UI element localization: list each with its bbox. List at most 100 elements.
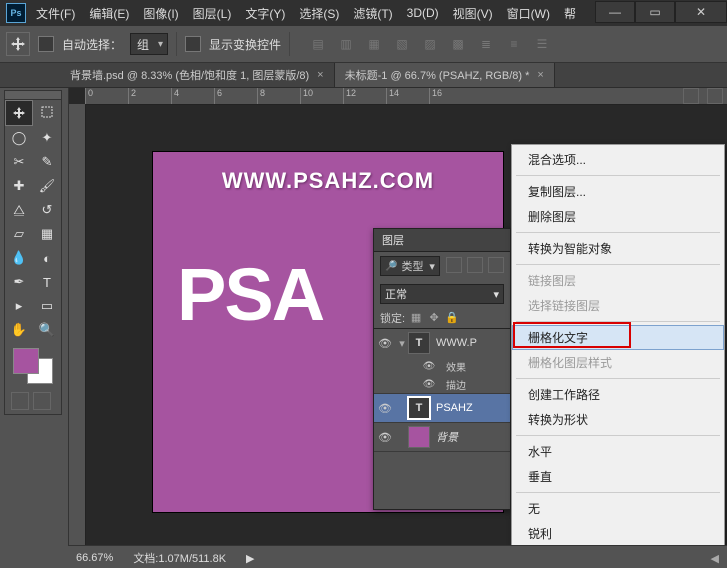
doc-tab-2[interactable]: 未标题-1 @ 66.7% (PSAHZ, RGB/8) * ×: [335, 63, 555, 87]
menu-layer[interactable]: 图层(L): [193, 5, 232, 22]
eyedropper-tool[interactable]: ✎: [33, 150, 61, 174]
align-icon[interactable]: ▩: [446, 32, 470, 56]
menu-select[interactable]: 选择(S): [299, 5, 339, 22]
shape-tool[interactable]: ▭: [33, 294, 61, 318]
blur-tool[interactable]: 💧: [5, 246, 33, 270]
gradient-tool[interactable]: ▦: [33, 222, 61, 246]
toolbox-grip[interactable]: [5, 91, 61, 100]
ruler-vertical[interactable]: [69, 104, 86, 546]
lock-pixels-icon[interactable]: ▦: [409, 310, 423, 324]
history-brush-tool[interactable]: ↺: [33, 198, 61, 222]
path-select-tool[interactable]: ▸: [5, 294, 33, 318]
canvas-text-url: WWW.PSAHZ.COM: [153, 168, 503, 194]
menu-convert-smart[interactable]: 转换为智能对象: [512, 236, 724, 261]
close-button[interactable]: ✕: [675, 1, 727, 23]
align-icon[interactable]: ▨: [418, 32, 442, 56]
foreground-color[interactable]: [13, 348, 39, 374]
healing-tool[interactable]: ✚: [5, 174, 33, 198]
visibility-icon[interactable]: 👁: [374, 337, 396, 350]
layer-filter-kind[interactable]: 类型: [380, 256, 440, 276]
menu-type[interactable]: 文字(Y): [245, 5, 285, 22]
align-icon[interactable]: ▤: [306, 32, 330, 56]
quick-mask-toggle[interactable]: [11, 392, 29, 410]
stamp-tool[interactable]: ⧋: [5, 198, 33, 222]
menu-blending-options[interactable]: 混合选项...: [512, 147, 724, 172]
menu-create-workpath[interactable]: 创建工作路径: [512, 382, 724, 407]
scroll-arrow-icon[interactable]: ◀: [711, 552, 719, 565]
marquee-tool[interactable]: [33, 100, 61, 124]
chevron-right-icon[interactable]: ▶: [246, 552, 254, 565]
blend-mode-select[interactable]: 正常: [380, 284, 504, 304]
eraser-tool[interactable]: ▱: [5, 222, 33, 246]
menu-copy-layer[interactable]: 复制图层...: [512, 179, 724, 204]
menu-delete-layer[interactable]: 删除图层: [512, 204, 724, 229]
visibility-icon[interactable]: 👁: [418, 361, 440, 372]
align-icon[interactable]: ▦: [362, 32, 386, 56]
layers-panel-tab[interactable]: 图层: [374, 229, 510, 252]
distribute-icon[interactable]: ≣: [474, 32, 498, 56]
auto-select-checkbox[interactable]: [38, 36, 54, 52]
layer-list: 👁 ▾ T WWW.P 👁效果 👁描边 👁 T P: [374, 328, 510, 452]
panel-toggle-icon[interactable]: [683, 88, 699, 104]
filter-icon[interactable]: [488, 257, 504, 273]
wand-tool[interactable]: ✦: [33, 126, 61, 150]
ruler-horizontal[interactable]: 02 46 810 1214 16: [85, 88, 727, 105]
menu-image[interactable]: 图像(I): [143, 5, 178, 22]
doc-size[interactable]: 文档:1.07M/511.8K: [133, 550, 226, 566]
zoom-level[interactable]: 66.67%: [76, 552, 113, 564]
move-tool-indicator[interactable]: [6, 32, 30, 56]
type-tool[interactable]: T: [33, 270, 61, 294]
move-tool[interactable]: [5, 100, 33, 126]
chevron-down-icon[interactable]: ▾: [396, 337, 408, 350]
crop-tool[interactable]: ✂: [5, 150, 33, 174]
lasso-tool[interactable]: ◯: [5, 126, 33, 150]
status-bar: 66.67% 文档:1.07M/511.8K ▶ ◀: [68, 545, 727, 568]
visibility-icon[interactable]: 👁: [374, 402, 396, 415]
visibility-icon[interactable]: 👁: [374, 431, 396, 444]
show-transform-checkbox[interactable]: [185, 36, 201, 52]
layer-item[interactable]: 👁 背景: [374, 423, 510, 452]
menu-vertical[interactable]: 垂直: [512, 464, 724, 489]
bg-layer-thumb: [408, 426, 430, 448]
brush-tool[interactable]: 🖌: [33, 174, 61, 198]
menu-window[interactable]: 窗口(W): [507, 5, 550, 22]
visibility-icon[interactable]: 👁: [418, 379, 440, 390]
menu-aa-sharp[interactable]: 锐利: [512, 521, 724, 546]
zoom-tool[interactable]: 🔍: [33, 318, 61, 342]
close-icon[interactable]: ×: [317, 69, 323, 81]
menu-view[interactable]: 视图(V): [453, 5, 493, 22]
menu-edit[interactable]: 编辑(E): [89, 5, 129, 22]
filter-icon[interactable]: [467, 257, 483, 273]
menu-filter[interactable]: 滤镜(T): [353, 5, 392, 22]
menu-rasterize-text[interactable]: 栅格化文字: [512, 325, 724, 350]
pen-tool[interactable]: ✒: [5, 270, 33, 294]
separator: [516, 264, 720, 265]
alignment-buttons: ▤ ▥ ▦ ▧ ▨ ▩ ≣ ≡ ☰: [306, 32, 554, 56]
menu-file[interactable]: 文件(F): [36, 5, 75, 22]
lock-all-icon[interactable]: 🔒: [445, 310, 459, 324]
close-icon[interactable]: ×: [537, 69, 543, 81]
distribute-icon[interactable]: ☰: [530, 32, 554, 56]
align-icon[interactable]: ▧: [390, 32, 414, 56]
menu-help[interactable]: 帮: [564, 5, 576, 22]
doc-tab-1[interactable]: 背景墙.psd @ 8.33% (色相/饱和度 1, 图层蒙版/8) ×: [60, 63, 335, 87]
screen-mode-toggle[interactable]: [33, 392, 51, 410]
align-icon[interactable]: ▥: [334, 32, 358, 56]
filter-icon[interactable]: [446, 257, 462, 273]
hand-tool[interactable]: ✋: [5, 318, 33, 342]
lock-position-icon[interactable]: ✥: [427, 310, 441, 324]
layer-name: 背景: [436, 429, 458, 445]
minimize-button[interactable]: —: [595, 1, 635, 23]
maximize-button[interactable]: ▭: [635, 1, 675, 23]
distribute-icon[interactable]: ≡: [502, 32, 526, 56]
panel-toggle-icon[interactable]: [707, 88, 723, 104]
dodge-tool[interactable]: ◐: [33, 246, 61, 270]
menu-convert-shape[interactable]: 转换为形状: [512, 407, 724, 432]
layer-item[interactable]: 👁 T PSAHZ: [374, 394, 510, 423]
menu-aa-none[interactable]: 无: [512, 496, 724, 521]
layer-item[interactable]: 👁 ▾ T WWW.P 👁效果 👁描边: [374, 329, 510, 394]
auto-select-target[interactable]: 组: [130, 33, 168, 55]
canvas-view: 02 46 810 1214 16 WWW.PSAHZ.COM PSA 图层 类…: [68, 88, 727, 546]
menu-horizontal[interactable]: 水平: [512, 439, 724, 464]
menu-3d[interactable]: 3D(D): [407, 6, 439, 20]
